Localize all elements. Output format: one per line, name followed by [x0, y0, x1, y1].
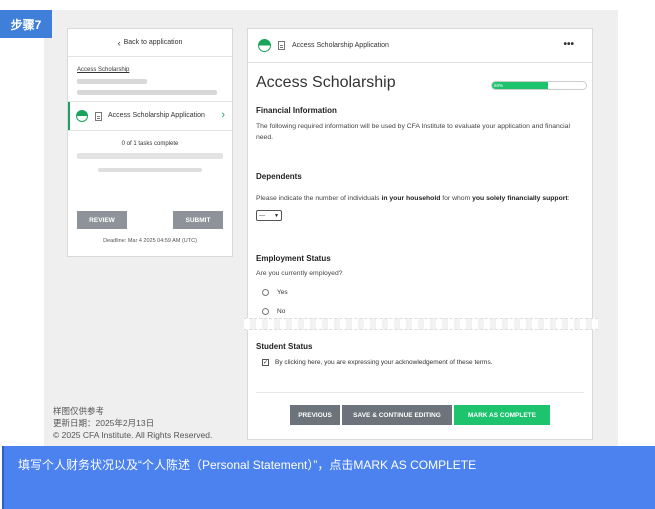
dependents-select[interactable]: --- ▼	[256, 210, 282, 221]
application-info: Access Scholarship	[68, 57, 232, 101]
submit-button[interactable]: SUBMIT	[173, 211, 223, 229]
instruction-caption: 填写个人财务状况以及“个人陈述（Personal Statement）”，点击M…	[2, 446, 655, 509]
back-link[interactable]: ‹ Back to application	[68, 29, 232, 57]
screenshot-cut-divider	[244, 318, 598, 330]
dependents-section: Dependents Please indicate the number of…	[256, 172, 584, 221]
tasks-complete-text: 0 of 1 tasks complete	[121, 141, 179, 147]
acknowledgement-row[interactable]: ✓ By clicking here, you are expressing y…	[256, 359, 584, 366]
acknowledgement-checkbox[interactable]: ✓	[262, 359, 269, 366]
sidebar-task-label: Access Scholarship Application	[108, 112, 205, 119]
application-name-link[interactable]: Access Scholarship	[77, 67, 223, 73]
financial-text: The following required information will …	[256, 123, 570, 141]
more-options-icon[interactable]: •••	[563, 39, 574, 50]
student-heading: Student Status	[256, 342, 313, 351]
acknowledgement-text: By clicking here, you are expressing you…	[275, 359, 493, 366]
employment-section: Employment Status Are you currently empl…	[256, 254, 584, 318]
half-complete-icon	[258, 39, 271, 52]
chevron-left-icon: ‹	[117, 37, 121, 48]
dependents-select-value: ---	[259, 212, 265, 219]
back-link-label: Back to application	[123, 39, 183, 46]
radio-yes[interactable]	[262, 288, 269, 296]
radio-no[interactable]	[262, 307, 269, 315]
application-sidebar: ‹ Back to application Access Scholarship…	[67, 28, 233, 257]
employment-heading: Employment Status	[256, 254, 331, 263]
review-button[interactable]: REVIEW	[77, 211, 127, 229]
previous-button[interactable]: PREVIOUS	[290, 405, 340, 425]
radio-yes-label: Yes	[277, 288, 288, 296]
employment-yes-option[interactable]: Yes	[256, 285, 584, 299]
sidebar-actions: REVIEW SUBMIT	[77, 211, 223, 229]
document-icon	[95, 111, 102, 121]
form-header: Access Scholarship Application •••	[248, 29, 592, 63]
student-section: Student Status ✓ By clicking here, you a…	[256, 342, 584, 366]
deadline-text: Deadline: Mar 4 2025 04:59 AM (UTC)	[103, 238, 197, 244]
blurred-application-status	[77, 90, 217, 95]
employment-question: Are you currently employed?	[256, 270, 343, 277]
sidebar-task-item[interactable]: Access Scholarship Application ›	[68, 101, 232, 131]
radio-no-label: No	[277, 307, 286, 315]
form-progress-bar: 60%	[491, 81, 587, 90]
footer-update-date: 更新日期：2025年2月13日	[53, 418, 155, 428]
chevron-right-icon: ›	[221, 109, 225, 121]
chevron-down-icon: ▼	[274, 212, 279, 219]
blurred-progress-bar	[77, 153, 223, 159]
application-form-panel: Access Scholarship Application ••• Acces…	[247, 28, 593, 440]
document-icon	[278, 41, 285, 50]
divider	[256, 392, 584, 393]
form-header-title: Access Scholarship Application	[292, 42, 389, 49]
form-actions: PREVIOUS SAVE & CONTINUE EDITING MARK AS…	[290, 405, 550, 425]
step-tag: 步骤7	[0, 10, 52, 38]
footer-note: 样图仅供参考 更新日期：2025年2月13日 © 2025 CFA Instit…	[53, 405, 212, 441]
financial-heading: Financial Information	[256, 106, 337, 115]
blurred-application-id	[77, 79, 147, 84]
mark-complete-button[interactable]: MARK AS COMPLETE	[454, 405, 550, 425]
blurred-last-edited	[98, 168, 202, 172]
form-progress-fill: 60%	[492, 82, 549, 89]
footer-sample-note: 样图仅供参考	[53, 406, 105, 416]
half-complete-icon	[76, 110, 88, 122]
dependents-heading: Dependents	[256, 172, 302, 181]
financial-section: Financial Information The following requ…	[256, 106, 584, 143]
save-continue-button[interactable]: SAVE & CONTINUE EDITING	[342, 405, 452, 425]
footer-copyright: © 2025 CFA Institute. All Rights Reserve…	[53, 430, 213, 440]
dependents-text: Please indicate the number of individual…	[256, 195, 570, 202]
employment-no-option[interactable]: No	[256, 304, 584, 318]
